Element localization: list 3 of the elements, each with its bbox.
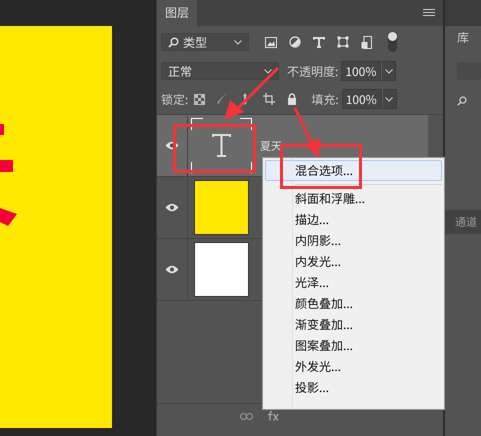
lock-label: 锁定: xyxy=(161,90,188,108)
fill-label: 填充: xyxy=(311,90,339,108)
opacity-label: 不透明度: xyxy=(287,62,338,80)
